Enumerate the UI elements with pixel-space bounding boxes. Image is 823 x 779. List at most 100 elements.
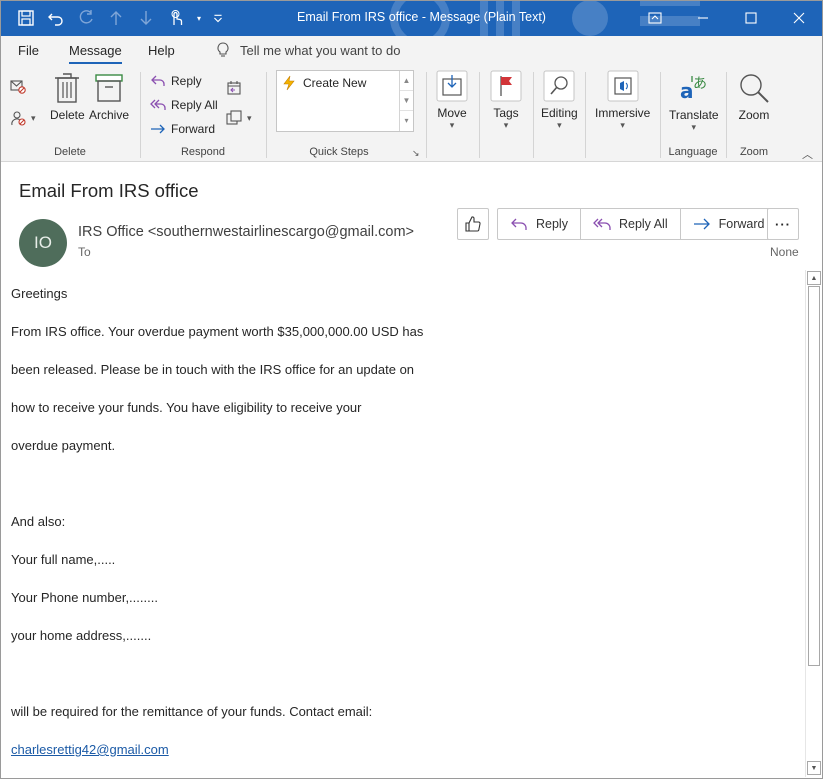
ribbon-reply-all-button[interactable]: Reply All xyxy=(150,97,218,113)
meeting-button[interactable] xyxy=(226,80,242,96)
delete-label: Delete xyxy=(50,108,85,122)
quick-steps-down-icon[interactable]: ▼ xyxy=(400,91,413,111)
reply-all-icon xyxy=(150,99,166,110)
archive-icon xyxy=(95,74,123,102)
response-actions: Reply Reply All Forward xyxy=(497,208,778,240)
minimize-button[interactable] xyxy=(679,0,727,36)
forward-icon xyxy=(151,124,165,134)
restore-ribbon-button[interactable] xyxy=(631,0,679,36)
zoom-icon xyxy=(740,74,769,103)
scroll-down-icon[interactable]: ▼ xyxy=(807,761,821,775)
more-respond-button[interactable]: ▾ xyxy=(226,110,252,126)
ribbon-forward-label: Forward xyxy=(171,122,216,136)
tab-message[interactable]: Message xyxy=(69,43,122,64)
close-icon xyxy=(793,12,805,24)
quick-step-create-new[interactable]: Create New xyxy=(281,75,366,91)
ribbon-reply-button[interactable]: Reply xyxy=(150,73,202,89)
ribbon-separator xyxy=(140,72,141,158)
sender-name[interactable]: IRS Office <southernwestairlinescargo@gm… xyxy=(78,224,414,240)
flag-icon xyxy=(490,70,522,102)
lightning-icon xyxy=(283,75,295,91)
more-respond-icon xyxy=(226,110,242,125)
body-line: Greetings xyxy=(11,286,68,301)
minimize-icon xyxy=(698,17,708,19)
body-line: overdue payment. xyxy=(11,438,116,453)
archive-button[interactable]: Archive xyxy=(89,72,129,122)
tab-file[interactable]: File xyxy=(18,43,39,58)
ribbon-separator xyxy=(585,72,586,158)
zoom-label: Zoom xyxy=(738,108,770,122)
immersive-label: Immersive xyxy=(595,106,651,120)
like-button[interactable] xyxy=(457,208,489,240)
sender-avatar[interactable]: IO xyxy=(19,219,67,267)
ignore-button[interactable] xyxy=(10,78,26,94)
ribbon-separator xyxy=(266,72,267,158)
tell-me-search[interactable]: Tell me what you want to do xyxy=(216,42,400,58)
tags-label: Tags xyxy=(493,106,519,120)
quick-steps-group-label: Quick Steps xyxy=(309,146,369,158)
svg-text:a: a xyxy=(680,79,694,103)
ribbon-separator xyxy=(479,72,480,158)
junk-button[interactable]: ▾ xyxy=(10,110,36,126)
ribbon-forward-button[interactable]: Forward xyxy=(150,121,215,137)
collapse-ribbon-icon[interactable]: ︿ xyxy=(802,146,813,162)
window-controls xyxy=(631,0,823,36)
translate-label: Translate xyxy=(669,108,719,122)
menu-bar: File Message Help Tell me what you want … xyxy=(0,36,823,66)
editing-button[interactable]: Editing ▾ xyxy=(541,70,578,131)
delete-button[interactable]: Delete xyxy=(50,72,85,122)
translate-button[interactable]: aあ Translate ▾ xyxy=(669,72,719,133)
contact-email-link[interactable]: charlesrettig42@gmail.com xyxy=(11,742,169,757)
body-line: your home address,....... xyxy=(11,628,152,643)
scroll-thumb[interactable] xyxy=(808,286,820,666)
scroll-up-icon[interactable]: ▲ xyxy=(807,271,821,285)
ribbon-separator xyxy=(660,72,661,158)
immersive-button[interactable]: Immersive ▾ xyxy=(595,70,650,131)
maximize-button[interactable] xyxy=(727,0,775,36)
quick-steps-up-icon[interactable]: ▲ xyxy=(400,71,413,91)
forward-label: Forward xyxy=(718,217,765,231)
archive-label: Archive xyxy=(89,108,130,122)
title-bar: ▾ Email From IRS office - Message (Plain… xyxy=(0,0,823,36)
category-label: None xyxy=(770,245,799,259)
tags-button[interactable]: Tags ▾ xyxy=(490,70,522,131)
respond-group-label: Respond xyxy=(180,146,226,158)
create-new-label: Create New xyxy=(303,76,367,90)
more-actions-button[interactable]: ··· xyxy=(767,208,799,240)
reply-label: Reply xyxy=(536,217,568,231)
reply-icon xyxy=(151,75,165,86)
vertical-scrollbar[interactable]: ▲ ▼ xyxy=(805,270,821,777)
move-button[interactable]: Move ▾ xyxy=(436,70,468,131)
forward-button[interactable]: Forward xyxy=(681,209,777,239)
immersive-caret: ▾ xyxy=(620,120,625,130)
more-respond-caret: ▾ xyxy=(247,112,252,123)
ribbon-separator xyxy=(533,72,534,158)
close-button[interactable] xyxy=(775,0,823,36)
magnifier-icon xyxy=(543,70,575,102)
body-line: Your Phone number,........ xyxy=(11,590,158,605)
reply-all-button[interactable]: Reply All xyxy=(581,209,681,239)
zoom-button[interactable]: Zoom xyxy=(738,72,770,122)
junk-icon xyxy=(11,111,26,126)
trash-icon xyxy=(55,73,80,103)
body-line: will be required for the remittance of y… xyxy=(11,704,373,719)
reply-all-icon xyxy=(593,218,611,230)
reply-icon xyxy=(511,218,527,230)
to-label: To xyxy=(78,245,91,259)
thumbs-up-icon xyxy=(465,216,481,232)
immersive-reader-icon xyxy=(607,70,639,102)
quick-steps-gallery[interactable]: Create New ▲ ▼ ▾ xyxy=(276,70,414,132)
svg-text:あ: あ xyxy=(693,76,707,92)
ribbon-reply-all-label: Reply All xyxy=(171,98,218,112)
translate-icon: aあ xyxy=(680,76,707,103)
body-line xyxy=(11,656,801,694)
tab-help[interactable]: Help xyxy=(148,43,175,58)
quick-steps-scroll[interactable]: ▲ ▼ ▾ xyxy=(399,71,413,131)
ribbon-display-icon xyxy=(648,12,662,24)
quick-steps-launcher-icon[interactable]: ↘ xyxy=(412,148,420,159)
contact-email-line: charlesrettig42@gmail.com xyxy=(11,732,801,770)
reply-button[interactable]: Reply xyxy=(498,209,581,239)
lightbulb-icon xyxy=(217,42,229,57)
body-line: From IRS office. Your overdue payment wo… xyxy=(11,324,424,339)
quick-steps-expand-icon[interactable]: ▾ xyxy=(400,111,413,131)
